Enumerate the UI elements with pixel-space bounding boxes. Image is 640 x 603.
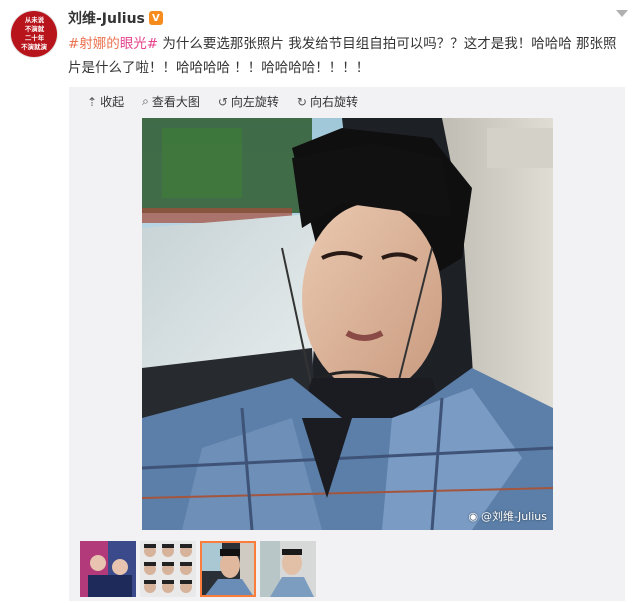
thumbnail-2-image [140,541,196,597]
watermark-text: @刘维-Julius [481,510,547,523]
rotate-left-icon: ↺ [217,94,228,109]
thumbnail-3[interactable] [200,541,256,597]
username-link[interactable]: 刘维-Julius [68,8,145,28]
collapse-button[interactable]: ⇡ 收起 [87,93,124,110]
media-panel: ⇡ 收起 ⌕ 查看大图 ↺ 向左旋转 ↻ 向右旋转 ◉ @刘维-Julius [69,87,625,601]
view-large-label: 查看大图 [151,95,200,109]
main-photo[interactable]: ◉ @刘维-Julius [142,118,553,530]
rotate-left-button[interactable]: ↺ 向左旋转 [218,93,279,110]
verified-badge-icon[interactable]: V [148,11,163,25]
chevron-down-icon[interactable] [616,10,628,17]
rotate-right-label: 向右旋转 [309,95,358,109]
collapse-icon: ⇡ [87,94,98,109]
username-row: 刘维-Julius V [68,8,163,28]
thumbnail-4[interactable] [260,541,316,597]
selfie-photo-image [142,118,553,530]
topic-link[interactable]: #射娜的眼光# [68,36,158,52]
post-text: #射娜的眼光# 为什么要选那张照片 我发给节目组自拍可以吗？？这才是我！哈哈哈 … [68,32,628,80]
rotate-right-button[interactable]: ↻ 向右旋转 [297,93,358,110]
thumbnail-4-image [260,541,316,597]
topic-part-1: #射娜的 [68,36,120,52]
weibo-logo-icon: ◉ [468,509,478,523]
media-toolbar: ⇡ 收起 ⌕ 查看大图 ↺ 向左旋转 ↻ 向右旋转 [87,93,358,110]
avatar-text-3: 二十年 [24,34,44,42]
collapse-label: 收起 [100,95,125,109]
topic-part-2: 眼光# [119,36,159,52]
avatar[interactable]: 从未说 不演就 二十年 不演就演 [11,11,57,57]
avatar-text-4: 不演就演 [21,43,47,51]
watermark: ◉ @刘维-Julius [468,508,547,524]
view-large-button[interactable]: ⌕ 查看大图 [142,93,200,110]
search-icon: ⌕ [142,94,149,108]
thumbnail-1-image [80,541,136,597]
rotate-left-label: 向左旋转 [230,95,279,109]
thumbnail-2[interactable] [140,541,196,597]
thumbnail-1[interactable] [80,541,136,597]
rotate-right-icon: ↻ [296,94,307,109]
thumbnail-3-image [200,541,256,597]
avatar-text-1: 从未说 [24,16,44,24]
thumbnail-strip [80,541,316,597]
avatar-text-2: 不演就 [24,25,44,33]
